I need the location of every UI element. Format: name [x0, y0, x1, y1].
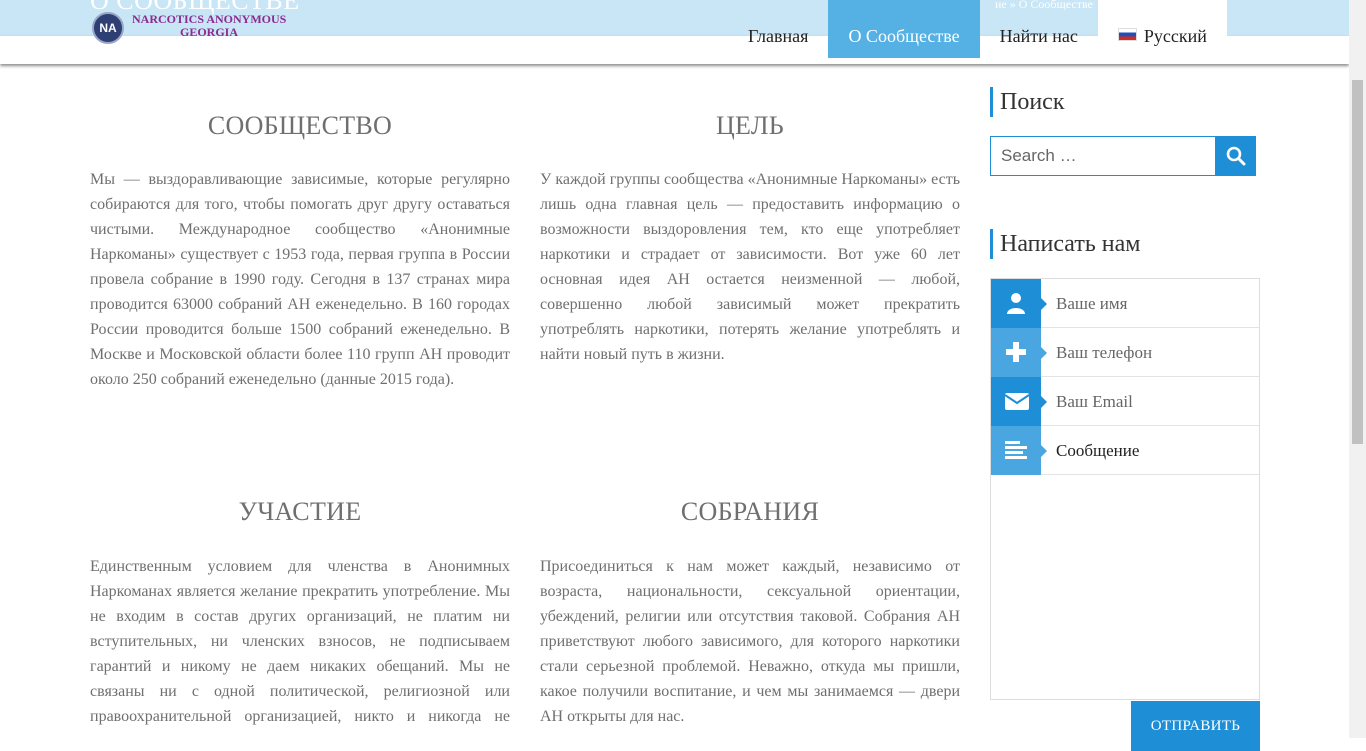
scrollbar-thumb[interactable]: [1352, 80, 1363, 444]
phone-field[interactable]: Ваш телефон: [991, 328, 1259, 377]
submit-button[interactable]: ОТПРАВИТЬ: [1131, 701, 1260, 751]
section-participation: УЧАСТИЕ Единственным условием для членст…: [90, 497, 510, 738]
search-icon: [1226, 146, 1246, 166]
name-field-label: Ваше имя: [1056, 294, 1128, 313]
na-emblem-icon: NA: [92, 12, 124, 44]
logo-line-2: GEORGIA: [180, 25, 239, 39]
section-heading: УЧАСТИЕ: [238, 497, 362, 526]
section-heading: СОБРАНИЯ: [680, 497, 820, 526]
section-text: У каждой группы сообщества «Анонимные На…: [540, 171, 960, 363]
section-community: СООБЩЕСТВО Мы — выздоравливающие зависим…: [90, 111, 510, 392]
search-button[interactable]: [1216, 136, 1256, 176]
section-text: Мы — выздоравливающие зависимые, которые…: [90, 171, 510, 388]
site-logo[interactable]: NA NARCOTICS ANONYMOUS GEORGIA: [92, 11, 332, 47]
nav-item-home[interactable]: Главная: [728, 0, 828, 58]
main-nav: Главная О Сообществе Найти нас Русский: [728, 0, 1227, 58]
section-text: Единственным условием для членства в Ано…: [90, 558, 510, 738]
email-field[interactable]: Ваш Email: [991, 377, 1259, 426]
language-switcher[interactable]: Русский: [1097, 0, 1227, 58]
language-label: Русский: [1143, 26, 1207, 46]
plus-icon: [991, 328, 1047, 377]
section-text: Присоединиться к нам может каждый, незав…: [540, 558, 960, 725]
message-field-label: Сообщение: [1056, 441, 1140, 460]
contact-widget-title: Написать нам: [990, 229, 1140, 259]
phone-field-label: Ваш телефон: [1056, 343, 1153, 362]
email-field-label: Ваш Email: [1056, 392, 1133, 411]
search-box: [990, 136, 1216, 176]
message-field[interactable]: Сообщение: [991, 426, 1259, 475]
align-left-icon: [991, 426, 1047, 475]
russia-flag-icon: [1117, 28, 1137, 41]
envelope-icon: [991, 377, 1047, 426]
section-meetings: СОБРАНИЯ Присоединиться к нам может кажд…: [540, 497, 960, 738]
section-heading: ЦЕЛЬ: [715, 111, 785, 140]
section-goal: ЦЕЛЬ У каждой группы сообщества «Анонимн…: [540, 111, 960, 367]
nav-item-about[interactable]: О Сообществе: [828, 0, 980, 58]
search-input[interactable]: [991, 137, 1211, 175]
section-heading: СООБЩЕСТВО: [207, 111, 393, 140]
search-widget-title: Поиск: [990, 87, 1065, 117]
nav-item-find-us[interactable]: Найти нас: [980, 0, 1098, 58]
name-field[interactable]: Ваше имя: [991, 279, 1259, 328]
contact-form: Ваше имя Ваш телефон Ваш Email Сообщение: [990, 278, 1260, 700]
user-icon: [991, 279, 1047, 328]
page-scrollbar[interactable]: [1349, 0, 1366, 738]
